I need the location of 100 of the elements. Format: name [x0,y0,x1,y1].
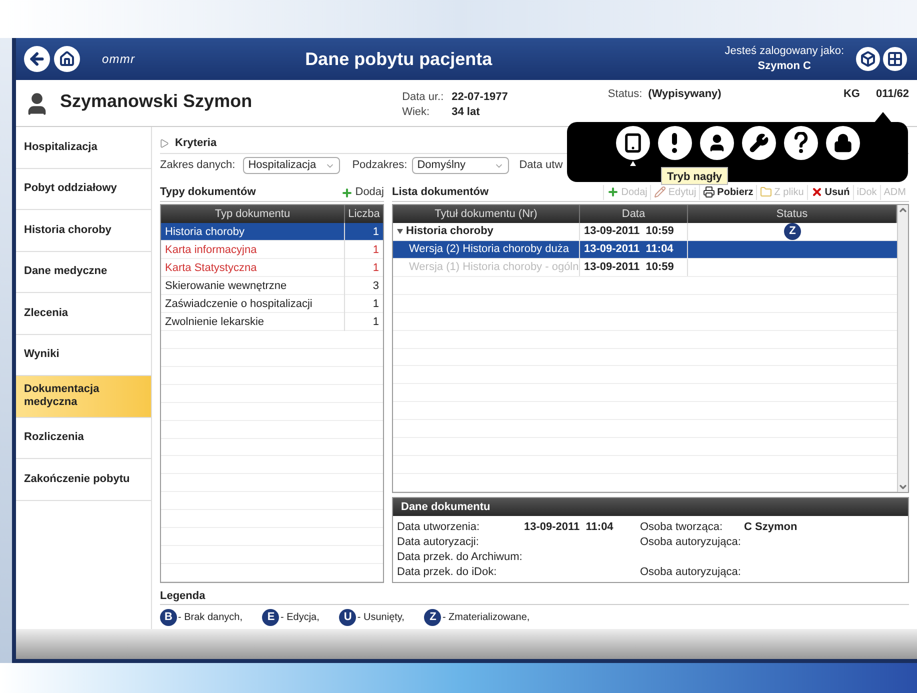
cube-icon [860,51,876,67]
table-row[interactable]: Karta Statystyczna 1 [161,258,383,277]
record-number: KG [843,87,860,102]
date-label: Data utw [519,158,563,174]
table-cell: Zaświadczenie o hospitalizacji [161,294,345,313]
table-cell: Karta Statystyczna [161,258,345,277]
age-value: 34 lat [452,105,481,120]
close-icon [810,186,823,198]
toolbar-button[interactable] [742,126,776,160]
app-logo: ommr [102,51,136,68]
folder-icon [760,186,772,198]
column-header[interactable]: Data [580,204,688,223]
birth-label: Data ur.: [402,90,444,105]
table-cell-text: 13-09-2011 10:59 [584,260,674,276]
table-row[interactable]: Zaświadczenie o hospitalizacji 1 [161,294,383,313]
expand-arrow-icon[interactable] [397,228,403,234]
lock-icon [832,133,852,153]
scrollbar[interactable] [897,204,908,492]
status-badge: Z [784,222,801,240]
table-cell-text: Wersja (2) Historia choroby duża [409,242,569,258]
field-label: Osoba autoryzująca: [640,536,741,548]
login-label: Jesteś zalogowany jako: [724,44,844,59]
panel-title: Lista dokumentów [392,185,489,200]
table-cell-text: 1 [372,314,380,330]
toolbar-button[interactable] [616,126,650,160]
age-label: Wiek: [402,105,431,120]
wrench-icon [748,133,768,153]
add-button[interactable]: Dodaj [341,184,384,201]
table-row[interactable]: Zwolnienie lekarskie 1 [161,312,383,331]
range-label: Zakres danych: [160,158,236,174]
home-button[interactable] [54,46,80,72]
section-title: Kryteria [175,136,217,151]
window-title: Dane pobytu pacjenta [305,48,492,71]
toolbar-button[interactable] [700,126,734,160]
back-button[interactable] [24,46,50,72]
table-row[interactable]: Karta informacyjna 1 [161,240,383,259]
collapsed-arrow-icon [160,138,169,148]
pencil-icon [654,186,666,198]
printer-icon [703,186,716,198]
toolbar-button[interactable]: Usuń [806,184,853,200]
status-badge: E [262,608,280,626]
field-label: Data przek. do iDok: [397,565,498,580]
tooltip: Tryb nagły [661,167,728,185]
range-dropdown[interactable]: Hospitalizacja [243,157,340,174]
status-value: (Wypisywany) [648,87,722,102]
status-label: Status: [608,87,642,102]
legend-text: - Usunięty, [357,610,404,624]
table-cell: Karta informacyjna [161,240,345,259]
birth-date: 22-07-1977 [452,90,508,105]
subrange-label: Podzakres: [352,158,408,174]
scroll-down-icon [898,482,908,492]
plus-icon [341,186,354,198]
field-label: Data utworzenia: [397,520,481,535]
toolbar-button[interactable] [658,126,692,160]
table-cell-text: Historia choroby [406,224,494,240]
table-row[interactable]: Skierowanie wewnętrzne 3 [161,276,383,295]
table-cell: Historia choroby [161,222,345,241]
toolbar-button[interactable] [826,126,860,160]
column-header[interactable]: Tytuł dokumentu (Nr) [393,204,580,223]
subrange-dropdown[interactable]: Domyślny [412,157,510,174]
table-cell-text: Wersja (1) Historia choroby - ogóln [409,260,579,276]
record-number: 011/62 [876,87,909,102]
status-badge: U [339,608,356,626]
help-icon [792,132,808,154]
status-badge: Z [424,608,442,626]
field-value: C Szymon [744,521,798,533]
field-value: 13-09-2011 11:04 [524,521,614,533]
table-cell-text: 1 [372,296,380,312]
plus-icon [607,186,620,198]
back-icon [28,50,46,68]
table-cell: Skierowanie wewnętrzne [161,276,345,295]
column-header[interactable]: Liczba [345,205,383,223]
exclamation-icon [672,133,678,153]
sidebar-item[interactable]: Dokumentacja medyczna [16,376,151,418]
table-cell-text: 13-09-2011 11:04 [584,242,674,258]
table-cell-text: 1 [372,242,380,258]
grid-icon [887,51,903,67]
module-button[interactable] [856,47,880,71]
table-row[interactable]: Historia choroby 1 [161,222,383,241]
panel-header: Dane dokumentu [393,498,908,516]
field-label: Osoba autoryzująca: [640,566,741,578]
table-cell-text: 1 [372,260,380,276]
panel-title: Typy dokumentów [160,185,256,200]
table-row[interactable]: Wersja (2) Historia choroby duża 13-09-2011 11:04 [393,240,897,259]
field-label: Data przek. do Archiwum: [397,550,524,565]
table-cell-text: 3 [372,278,380,294]
legend-text: - Zmaterializowane, [442,610,530,624]
user-name: Szymon C [758,59,811,74]
legend-title: Legenda [160,589,206,604]
grid-button[interactable] [883,47,907,71]
toolbar-button[interactable] [784,126,818,160]
field-label: Data autoryzacji: [397,535,480,550]
legend-text: - Edycja, [280,610,320,624]
home-icon [59,51,75,67]
selected-indicator-icon [630,161,636,166]
table-cell-text: 1 [372,224,380,240]
table-cell: Zwolnienie lekarskie [161,312,345,331]
legend-text: - Brak danych, [178,610,242,624]
field-label: Osoba tworząca: [640,521,723,533]
status-badge: B [160,608,177,626]
